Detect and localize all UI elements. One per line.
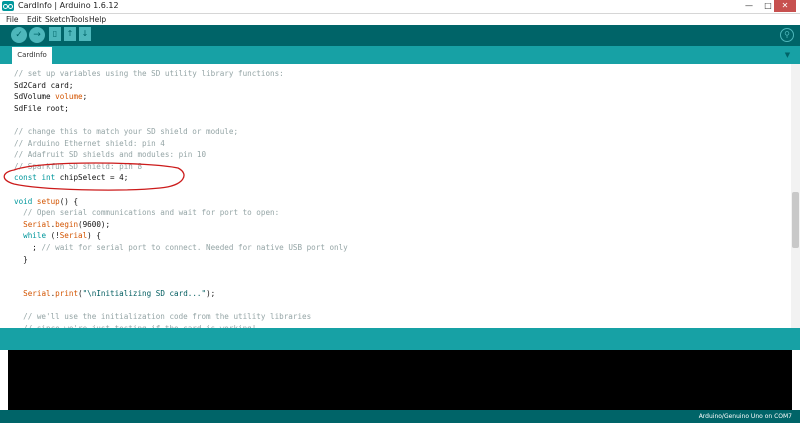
code-token: // Sparkfun SD shield: pin 8: [14, 161, 143, 171]
serial-monitor-button[interactable]: ⚲: [780, 28, 794, 42]
code-line[interactable]: [14, 184, 348, 196]
code-token: (9600);: [78, 219, 111, 229]
code-token: // Adafruit SD shields and modules: pin …: [14, 150, 207, 160]
code-line[interactable]: [14, 114, 348, 126]
window-title: CardInfo | Arduino 1.6.12: [18, 1, 119, 10]
tab-cardinfo[interactable]: CardInfo: [12, 47, 52, 64]
close-button[interactable]: ✕: [774, 0, 796, 12]
code-line[interactable]: }: [14, 254, 348, 266]
open-button[interactable]: ↑: [64, 27, 76, 41]
menu-bar: File Edit Sketch Tools Help: [0, 14, 800, 25]
code-token: // Arduino Ethernet shield: pin 4: [14, 138, 165, 148]
code-line[interactable]: // Adafruit SD shields and modules: pin …: [14, 149, 348, 161]
code-line[interactable]: while (!Serial) {: [14, 230, 348, 242]
code-text[interactable]: // set up variables using the SD utility…: [14, 68, 348, 328]
new-file-icon: ▯: [52, 29, 58, 38]
code-token: chipSelect = 4;: [55, 173, 129, 183]
code-token: setup: [36, 196, 60, 206]
tab-menu-button[interactable]: ▼: [782, 50, 793, 60]
toolbar: ✓ → ▯ ↑ ↓ ⚲: [0, 25, 800, 46]
arduino-logo-icon: [2, 1, 14, 11]
title-bar: CardInfo | Arduino 1.6.12 — □ ✕: [0, 0, 800, 14]
code-token: const: [14, 173, 37, 183]
code-line[interactable]: // set up variables using the SD utility…: [14, 68, 348, 80]
check-icon: ✓: [15, 30, 23, 40]
code-line[interactable]: // Arduino Ethernet shield: pin 4: [14, 138, 348, 150]
code-token: ) {: [87, 231, 101, 241]
upload-button[interactable]: →: [29, 27, 45, 43]
code-line[interactable]: Serial.print("\nInitializing SD card..."…: [14, 288, 348, 300]
code-token: );: [206, 289, 216, 299]
code-line[interactable]: Sd2Card card;: [14, 80, 348, 92]
arrow-right-icon: →: [33, 30, 41, 40]
code-token: ;: [82, 92, 88, 102]
code-token: Serial: [23, 289, 51, 299]
code-line[interactable]: [14, 265, 348, 277]
editor-scrollbar[interactable]: [791, 64, 800, 328]
code-token: () {: [59, 196, 79, 206]
code-token: // we'll use the initialization code fro…: [14, 312, 312, 322]
code-token: volume: [55, 92, 83, 102]
code-token: // change this to match your SD shield o…: [14, 126, 239, 136]
verify-button[interactable]: ✓: [11, 27, 27, 43]
code-token: Sd2Card card;: [14, 80, 74, 90]
code-line[interactable]: void setup() {: [14, 196, 348, 208]
menu-help[interactable]: Help: [89, 14, 106, 25]
save-arrow-down-icon: ↓: [81, 29, 89, 38]
code-editor[interactable]: // set up variables using the SD utility…: [0, 64, 800, 328]
code-token: int: [41, 173, 56, 183]
console-divider[interactable]: [0, 328, 800, 350]
editor-gutter: [0, 64, 9, 328]
code-token: (!: [46, 231, 60, 241]
tab-bar: CardInfo ▼: [0, 46, 800, 64]
menu-tools[interactable]: Tools: [70, 14, 88, 25]
code-token: void: [14, 196, 33, 206]
code-line[interactable]: // change this to match your SD shield o…: [14, 126, 348, 138]
code-token: while: [23, 231, 47, 241]
code-line[interactable]: // Open serial communications and wait f…: [14, 207, 348, 219]
code-token: Serial: [59, 231, 88, 241]
new-button[interactable]: ▯: [49, 27, 61, 41]
code-token: // wait for serial port to connect. Need…: [41, 242, 348, 252]
code-token: ;: [14, 242, 42, 252]
menu-edit[interactable]: Edit: [27, 14, 42, 25]
code-token: begin: [55, 219, 79, 229]
board-port-status: Arduino/Genuino Uno on COM7: [698, 413, 792, 420]
code-line[interactable]: // we'll use the initialization code fro…: [14, 311, 348, 323]
scrollbar-thumb[interactable]: [792, 192, 799, 248]
code-token: }: [14, 254, 28, 264]
menu-file[interactable]: File: [6, 14, 19, 25]
code-line[interactable]: ; // wait for serial port to connect. Ne…: [14, 242, 348, 254]
console-output: [8, 350, 792, 410]
code-line[interactable]: Serial.begin(9600);: [14, 219, 348, 231]
maximize-button[interactable]: □: [761, 0, 775, 12]
code-line[interactable]: // Sparkfun SD shield: pin 8: [14, 161, 348, 173]
code-line[interactable]: const int chipSelect = 4;: [14, 172, 348, 184]
code-line[interactable]: [14, 277, 348, 289]
magnifier-icon: ⚲: [784, 30, 790, 39]
code-line[interactable]: SdFile root;: [14, 103, 348, 115]
code-token: "\nInitializing SD card...": [82, 289, 207, 299]
code-line[interactable]: SdVolume volume;: [14, 91, 348, 103]
code-token: print: [55, 289, 79, 299]
code-token: SdFile root;: [14, 103, 69, 113]
code-token: // set up variables using the SD utility…: [14, 69, 284, 78]
code-line[interactable]: [14, 300, 348, 312]
minimize-button[interactable]: —: [742, 0, 756, 12]
chevron-down-icon: ▼: [784, 51, 791, 59]
code-token: Serial: [23, 219, 51, 229]
menu-sketch[interactable]: Sketch: [45, 14, 70, 25]
code-token: SdVolume: [14, 92, 56, 102]
open-arrow-up-icon: ↑: [66, 29, 74, 38]
status-bar: Arduino/Genuino Uno on COM7: [0, 410, 800, 423]
code-token: // Open serial communications and wait f…: [14, 208, 280, 218]
save-button[interactable]: ↓: [79, 27, 91, 41]
